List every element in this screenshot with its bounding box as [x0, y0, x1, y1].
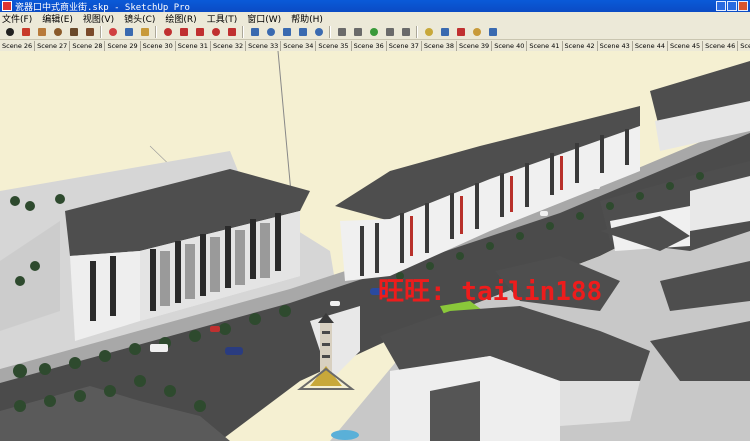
dimension-icon[interactable]: [382, 25, 397, 39]
menu-help[interactable]: 帮助(H): [291, 12, 323, 25]
polygon-icon[interactable]: [66, 25, 81, 39]
rotate-icon[interactable]: [176, 25, 191, 39]
zoom-extents-icon[interactable]: [295, 25, 310, 39]
zoom-icon[interactable]: [279, 25, 294, 39]
scene-tab[interactable]: Scene 26: [0, 40, 36, 51]
scale-icon[interactable]: [208, 25, 223, 39]
scene-tab[interactable]: Scene 38: [422, 40, 458, 51]
axes-icon[interactable]: [366, 25, 381, 39]
rectangle-icon[interactable]: [34, 25, 49, 39]
pan-icon[interactable]: [263, 25, 278, 39]
scene-tab[interactable]: Scene 30: [141, 40, 176, 51]
scene-tabs: Scene 26 Scene 27 Scene 28 Scene 29 Scene 30…: [0, 40, 750, 51]
text-icon[interactable]: [398, 25, 413, 39]
menu-file[interactable]: 文件(F): [2, 12, 32, 25]
scene-tab[interactable]: Scene 31: [176, 40, 211, 51]
scene-tab[interactable]: Scene 33: [246, 40, 282, 51]
toolbar-separator: [329, 25, 331, 38]
toolbar-separator: [416, 25, 418, 38]
push-pull-icon[interactable]: [137, 25, 152, 39]
minimize-button[interactable]: [716, 1, 726, 11]
scene-tab[interactable]: Scene 35: [316, 40, 352, 51]
menu-view[interactable]: 视图(V): [83, 12, 114, 25]
layers-icon[interactable]: [485, 25, 500, 39]
scene-tab[interactable]: Scene 41: [527, 40, 563, 51]
toolbar-separator: [100, 25, 102, 38]
previous-view-icon[interactable]: [311, 25, 326, 39]
scene-tab[interactable]: Scene 45: [668, 40, 704, 51]
scene-tab[interactable]: Scene 40: [492, 40, 528, 51]
scene-tab[interactable]: Scene 37: [387, 40, 422, 51]
scene-tab[interactable]: Scene 32: [211, 40, 247, 51]
scene-tab[interactable]: Scene 28: [70, 40, 106, 51]
toolbar-separator: [242, 25, 244, 38]
watermark-text: 旺旺: tailin188: [378, 277, 603, 307]
scene-tab[interactable]: Scene 39: [457, 40, 493, 51]
scene-tab[interactable]: Scene 29: [105, 40, 141, 51]
follow-me-icon[interactable]: [192, 25, 207, 39]
menu-bar: 文件(F) 编辑(E) 视图(V) 镜头(C) 绘图(R) 工具(T) 窗口(W…: [0, 12, 750, 25]
orbit-icon[interactable]: [247, 25, 262, 39]
paint-bucket-icon[interactable]: [121, 25, 136, 39]
arc-icon[interactable]: [82, 25, 97, 39]
menu-tools[interactable]: 工具(T): [207, 12, 238, 25]
protractor-icon[interactable]: [350, 25, 365, 39]
eraser-icon[interactable]: [105, 25, 120, 39]
scene-tab[interactable]: Scene 42: [563, 40, 598, 51]
menu-camera[interactable]: 镜头(C): [124, 12, 155, 25]
menu-window[interactable]: 窗口(W): [247, 12, 281, 25]
toolbar-separator: [155, 25, 157, 38]
components-icon[interactable]: [437, 25, 452, 39]
model-viewport[interactable]: 旺旺: tailin188: [0, 51, 750, 441]
main-toolbar: [0, 24, 750, 40]
model-scene[interactable]: [0, 51, 750, 441]
maximize-button[interactable]: [727, 1, 737, 11]
menu-edit[interactable]: 编辑(E): [42, 12, 73, 25]
scene-tab[interactable]: Scene 46: [703, 40, 739, 51]
scene-tab[interactable]: Scene 47: [738, 41, 750, 51]
circle-icon[interactable]: [50, 25, 65, 39]
menu-draw[interactable]: 绘图(R): [165, 12, 196, 25]
section-plane-icon[interactable]: [421, 25, 436, 39]
offset-icon[interactable]: [224, 25, 239, 39]
title-bar: 瓷器口中式商业街.skp - SketchUp Pro: [0, 0, 750, 13]
sketchup-app-icon: [2, 1, 12, 11]
select-arrow-icon[interactable]: [2, 25, 17, 39]
pencil-icon[interactable]: [18, 25, 33, 39]
move-icon[interactable]: [160, 25, 175, 39]
scene-tab[interactable]: Scene 36: [352, 40, 387, 51]
share-model-icon[interactable]: [469, 25, 484, 39]
get-models-icon[interactable]: [453, 25, 468, 39]
close-button[interactable]: [738, 1, 748, 11]
scene-tab[interactable]: Scene 43: [598, 40, 633, 51]
scene-tab[interactable]: Scene 27: [35, 40, 71, 51]
tape-measure-icon[interactable]: [334, 25, 349, 39]
scene-tab[interactable]: Scene 44: [633, 40, 668, 51]
water-feature: [331, 430, 359, 440]
scene-tab[interactable]: Scene 34: [281, 40, 317, 51]
window-controls: [716, 1, 748, 11]
